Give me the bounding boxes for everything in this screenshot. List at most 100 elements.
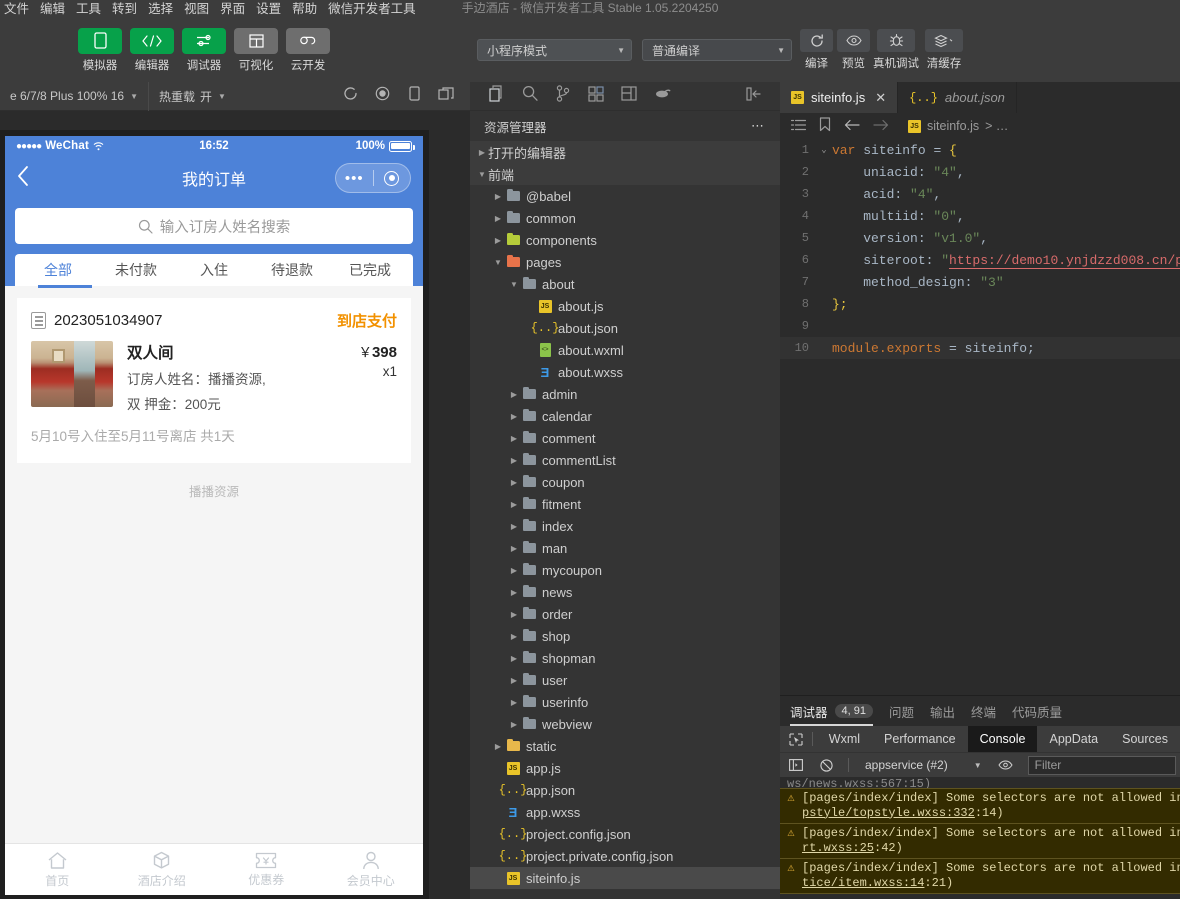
devtools-tab-sources[interactable]: Sources [1110,726,1180,752]
devtools-tab-console[interactable]: Console [968,726,1038,752]
explorer-item-shopman[interactable]: ▶shopman [470,647,780,669]
explorer-section-frontend[interactable]: ▼ 前端 [470,163,780,185]
tabbar-item-home[interactable]: 首页 [5,851,110,889]
debugger-tab-debugger[interactable]: 调试器 4, 91 [790,696,873,726]
tab-refunding[interactable]: 待退款 [253,254,331,286]
explorer-item-pages[interactable]: ▼pages [470,251,780,273]
explorer-item-shop[interactable]: ▶shop [470,625,780,647]
outline-icon[interactable] [791,119,806,134]
back-arrow-icon[interactable] [844,119,860,134]
debug-icon[interactable] [612,86,645,106]
explorer-item-app.wxss[interactable]: Ǝapp.wxss [470,801,780,823]
debugger-tab-output[interactable]: 输出 [930,696,955,726]
ellipsis-icon[interactable]: ⋯ [751,118,766,134]
devtools-tab-performance[interactable]: Performance [872,726,968,752]
tab-unpaid[interactable]: 未付款 [97,254,175,286]
explorer-item-about.wxss[interactable]: Ǝabout.wxss [470,361,780,383]
console-log-row[interactable]: ⚠[pages/index/index] Some selectors are … [780,824,1180,859]
device-select[interactable]: e 6/7/8 Plus 100% 16 ▼ [0,82,149,111]
explorer-item-about.js[interactable]: JSabout.js [470,295,780,317]
element-picker-icon[interactable] [784,733,808,746]
tabbar-item-coupon[interactable]: 优惠券 [214,852,319,888]
explorer-item-project.config.json[interactable]: {..}project.config.json [470,823,780,845]
console-log-list[interactable]: ws/news.wxss:567:15) ⚠[pages/index/index… [780,777,1180,894]
tab-checkedin[interactable]: 入住 [175,254,253,286]
sim-refresh-icon[interactable] [334,86,366,106]
explorer-item-man[interactable]: ▶man [470,537,780,559]
explorer-item-siteinfo.js[interactable]: JSsiteinfo.js [470,867,780,889]
explorer-item-userinfo[interactable]: ▶userinfo [470,691,780,713]
sim-multi-window-icon[interactable] [430,87,462,106]
toolbar-simulator-button[interactable]: 模拟器 [78,28,122,73]
mode-select[interactable]: 小程序模式 ▼ [477,39,632,61]
explorer-item-comment[interactable]: ▶comment [470,427,780,449]
toolbar-editor-button[interactable]: 编辑器 [130,28,174,73]
toolbar-debugger-button[interactable]: 调试器 [182,28,226,73]
explorer-item-mycoupon[interactable]: ▶mycoupon [470,559,780,581]
explorer-item-about.wxml[interactable]: about.wxml [470,339,780,361]
explorer-section-open-editors[interactable]: ▶ 打开的编辑器 [470,141,780,163]
editor-tab-siteinfo[interactable]: JS siteinfo.js ✕ [780,82,898,113]
chevron-left-icon[interactable] [17,165,30,191]
explorer-item-index[interactable]: ▶index [470,515,780,537]
explorer-item-webview[interactable]: ▶webview [470,713,780,735]
tab-completed[interactable]: 已完成 [331,254,409,286]
console-eye-icon[interactable] [994,760,1018,770]
console-log-row[interactable]: ⚠[pages/index/index] Some selectors are … [780,859,1180,894]
capsule-menu-icon[interactable]: ••• [336,170,373,187]
bookmark-icon[interactable] [819,117,831,135]
explorer-item-news[interactable]: ▶news [470,581,780,603]
forward-arrow-icon[interactable] [873,119,889,134]
explorer-item-user[interactable]: ▶user [470,669,780,691]
files-icon[interactable] [480,85,513,107]
toolbar-cloud-button[interactable]: 云开发 [286,28,330,73]
explorer-item-coupon[interactable]: ▶coupon [470,471,780,493]
search-icon[interactable] [513,85,546,107]
explorer-item-fitment[interactable]: ▶fitment [470,493,780,515]
breadcrumb-file[interactable]: JS siteinfo.js > … [908,119,1008,133]
clear-console-icon[interactable] [814,759,838,772]
explorer-item-about[interactable]: ▼about [470,273,780,295]
wechat-capsule[interactable]: ••• [335,163,411,193]
clear-cache-button[interactable]: 清缓存 [922,29,966,71]
console-log-row[interactable]: ⚠[pages/index/index] Some selectors are … [780,789,1180,824]
console-context-select[interactable]: appservice (#2) ▼ [859,758,988,772]
fold-caret-icon[interactable]: ⌄ [816,145,832,155]
explorer-item-components[interactable]: ▶components [470,229,780,251]
capsule-close-icon[interactable] [373,171,410,186]
collapse-panel-icon[interactable] [737,87,770,106]
explorer-item-common[interactable]: ▶common [470,207,780,229]
debugger-tab-codequality[interactable]: 代码质量 [1012,696,1062,726]
console-filter-input[interactable]: Filter [1028,756,1176,775]
explorer-item-app.json[interactable]: {..}app.json [470,779,780,801]
sim-rotate-icon[interactable] [398,86,430,106]
cloud-db-icon[interactable] [645,87,678,105]
tab-all[interactable]: 全部 [19,254,97,286]
explorer-item-order[interactable]: ▶order [470,603,780,625]
debugger-tab-terminal[interactable]: 终端 [971,696,996,726]
extensions-icon[interactable] [579,86,612,107]
sidebar-icon[interactable] [784,759,808,771]
debugger-tab-problems[interactable]: 问题 [889,696,914,726]
explorer-item-project.private.config.json[interactable]: {..}project.private.config.json [470,845,780,867]
compile-select[interactable]: 普通编译 ▼ [642,39,792,61]
order-card[interactable]: 2023051034907 到店支付 双人间 订房人姓名：播播资源, 双 押金：… [17,298,411,463]
explorer-item-app.js[interactable]: JSapp.js [470,757,780,779]
explorer-item-static[interactable]: ▶static [470,735,780,757]
explorer-item-@babel[interactable]: ▶@babel [470,185,780,207]
explorer-item-calendar[interactable]: ▶calendar [470,405,780,427]
explorer-item-commentlist[interactable]: ▶commentList [470,449,780,471]
real-device-debug-button[interactable]: 真机调试 [874,29,918,71]
hot-reload-select[interactable]: 热重载 开 ▼ [149,82,236,111]
explorer-item-admin[interactable]: ▶admin [470,383,780,405]
compile-button[interactable]: 编译 [800,29,833,71]
devtools-tab-wxml[interactable]: Wxml [817,726,872,752]
toolbar-visualizer-button[interactable]: 可视化 [234,28,278,73]
explorer-item-about.json[interactable]: {..}about.json [470,317,780,339]
devtools-tab-appdata[interactable]: AppData [1037,726,1110,752]
source-control-icon[interactable] [546,85,579,107]
close-icon[interactable]: ✕ [875,90,886,106]
editor-tab-about-json[interactable]: {..} about.json [898,82,1017,113]
code-content[interactable]: 1⌄var siteinfo = {2 uniacid: "4",3 acid:… [780,139,1180,359]
preview-button[interactable]: 预览 [837,29,870,71]
